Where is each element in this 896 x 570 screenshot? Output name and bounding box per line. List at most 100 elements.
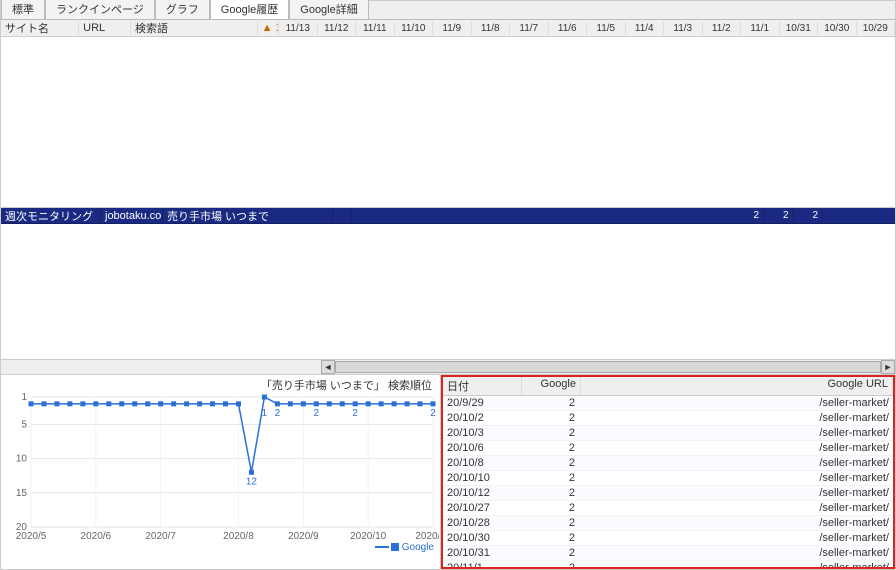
scroll-right-icon[interactable]: ► xyxy=(881,360,895,374)
col-date-10/29[interactable]: 10/29 xyxy=(857,22,896,35)
history-row[interactable]: 20/9/292/seller-market/ xyxy=(443,396,893,411)
col-date-10/31[interactable]: 10/31 xyxy=(780,22,819,35)
col-date-11/7[interactable]: 11/7 xyxy=(510,22,549,35)
cell-google-url: /seller-market/ xyxy=(579,487,893,499)
scroll-left-icon[interactable]: ◄ xyxy=(321,360,335,374)
history-row[interactable]: 20/10/22/seller-market/ xyxy=(443,411,893,426)
cell-value-12 xyxy=(705,209,735,211)
cell-value-3 xyxy=(440,209,470,211)
cell-value-14: 2 xyxy=(764,209,794,222)
cell-value-11 xyxy=(676,209,706,211)
history-row[interactable]: 20/10/302/seller-market/ xyxy=(443,531,893,546)
cell-google-rank: 2 xyxy=(521,472,579,484)
cell-value-2 xyxy=(410,209,440,211)
col-date-11/5[interactable]: 11/5 xyxy=(587,22,626,35)
svg-text:2020/9: 2020/9 xyxy=(288,531,319,542)
col-date-11/1[interactable]: 11/1 xyxy=(741,22,780,35)
tab-0[interactable]: 標準 xyxy=(1,0,45,19)
cell-site: 週次モニタリング xyxy=(1,208,101,223)
tab-4[interactable]: Google詳細 xyxy=(289,0,368,19)
cell-google-url: /seller-market/ xyxy=(579,412,893,424)
col-date-11/10[interactable]: 11/10 xyxy=(395,22,434,35)
col-url[interactable]: URL xyxy=(79,21,131,35)
cell-date: 20/10/28 xyxy=(443,517,521,529)
horizontal-scrollbar[interactable]: ◄ ► xyxy=(1,360,895,375)
cell-google-url: /seller-market/ xyxy=(579,472,893,484)
svg-text:12: 12 xyxy=(246,476,258,487)
tab-2[interactable]: グラフ xyxy=(155,0,210,19)
history-row[interactable]: 20/11/12/seller-market/ xyxy=(443,561,893,567)
history-table-header: 日付 Google Google URL xyxy=(443,377,893,396)
svg-text:2: 2 xyxy=(352,408,358,419)
svg-text:2020/8: 2020/8 xyxy=(223,531,254,542)
history-row[interactable]: 20/10/62/seller-market/ xyxy=(443,441,893,456)
cell-google-rank: 2 xyxy=(521,502,579,514)
cell-google-rank: 2 xyxy=(521,532,579,544)
history-row[interactable]: 20/10/32/seller-market/ xyxy=(443,426,893,441)
scroll-track[interactable] xyxy=(335,361,881,373)
col-date[interactable]: 日付 xyxy=(443,377,522,395)
col-date-11/2[interactable]: 11/2 xyxy=(703,22,742,35)
cell-date: 20/10/30 xyxy=(443,532,521,544)
col-date-11/11[interactable]: 11/11 xyxy=(356,22,395,35)
cell-google-rank: 2 xyxy=(521,562,579,567)
history-row[interactable]: 20/10/82/seller-market/ xyxy=(443,456,893,471)
cell-google-rank: 2 xyxy=(521,442,579,454)
history-row[interactable]: 20/10/122/seller-market/ xyxy=(443,486,893,501)
col-date-11/4[interactable]: 11/4 xyxy=(626,22,665,35)
history-row[interactable]: 20/10/102/seller-market/ xyxy=(443,471,893,486)
cell-date: 20/11/1 xyxy=(443,562,521,567)
history-row[interactable]: 20/10/282/seller-market/ xyxy=(443,516,893,531)
tab-3[interactable]: Google履歴 xyxy=(210,0,289,19)
cell-google-url: /seller-market/ xyxy=(579,547,893,559)
tab-bar: 標準ランクインページグラフGoogle履歴Google詳細 xyxy=(1,1,895,20)
data-values: 222 xyxy=(351,209,823,222)
svg-text:2020/11: 2020/11 xyxy=(415,531,439,542)
chart-panel: 「売り手市場 いつまで」 検索順位 151015202020/52020/620… xyxy=(1,375,441,569)
cell-date: 20/10/6 xyxy=(443,442,521,454)
cell-value-8 xyxy=(587,209,617,211)
cell-first xyxy=(333,208,351,223)
grid-body-lower xyxy=(1,224,895,360)
svg-text:2: 2 xyxy=(314,408,320,419)
history-table-panel: 日付 Google Google URL 20/9/292/seller-mar… xyxy=(441,375,895,569)
svg-text:2: 2 xyxy=(275,408,281,419)
history-row[interactable]: 20/10/272/seller-market/ xyxy=(443,501,893,516)
svg-text:2020/5: 2020/5 xyxy=(16,531,47,542)
cell-google-url: /seller-market/ xyxy=(579,502,893,514)
scroll-thumb[interactable] xyxy=(335,361,881,373)
date-columns: 11/1311/1211/1111/1011/911/811/711/611/5… xyxy=(279,22,895,35)
rank-chart: 151015202020/52020/62020/72020/82020/920… xyxy=(3,393,439,553)
col-date-11/8[interactable]: 11/8 xyxy=(472,22,511,35)
cell-google-rank: 2 xyxy=(521,397,579,409)
col-date-10/30[interactable]: 10/30 xyxy=(818,22,857,35)
cell-google-url: /seller-market/ xyxy=(579,457,893,469)
cell-value-1 xyxy=(381,209,411,211)
cell-value-7 xyxy=(558,209,588,211)
col-date-11/13[interactable]: 11/13 xyxy=(279,22,318,35)
cell-value-6 xyxy=(528,209,558,211)
cell-date: 20/9/29 xyxy=(443,397,521,409)
data-row[interactable]: 週次モニタリング jobotaku.com 売り手市場 いつまで 222 xyxy=(1,208,895,224)
col-sort[interactable]: ▲ 11.. xyxy=(258,21,279,35)
svg-text:2020/6: 2020/6 xyxy=(81,531,112,542)
svg-text:15: 15 xyxy=(16,488,28,499)
col-date-11/3[interactable]: 11/3 xyxy=(664,22,703,35)
chart-area: 151015202020/52020/62020/72020/82020/920… xyxy=(3,393,438,553)
col-site[interactable]: サイト名 xyxy=(1,19,79,37)
grid-header: サイト名 URL 検索語 ▲ 11.. 11/1311/1211/1111/10… xyxy=(1,20,895,37)
svg-text:1: 1 xyxy=(262,408,268,419)
cell-value-15: 2 xyxy=(794,209,824,222)
col-date-11/6[interactable]: 11/6 xyxy=(549,22,588,35)
tab-1[interactable]: ランクインページ xyxy=(45,0,155,19)
col-date-11/9[interactable]: 11/9 xyxy=(433,22,472,35)
bottom-panels: 「売り手市場 いつまで」 検索順位 151015202020/52020/620… xyxy=(1,375,895,569)
history-row[interactable]: 20/10/312/seller-market/ xyxy=(443,546,893,561)
col-keyword[interactable]: 検索語 xyxy=(131,19,258,37)
col-date-11/12[interactable]: 11/12 xyxy=(318,22,357,35)
svg-text:5: 5 xyxy=(21,419,27,430)
cell-google-url: /seller-market/ xyxy=(579,532,893,544)
legend-label: Google xyxy=(402,542,434,553)
col-google-url[interactable]: Google URL xyxy=(581,377,893,395)
col-google[interactable]: Google xyxy=(522,377,581,395)
